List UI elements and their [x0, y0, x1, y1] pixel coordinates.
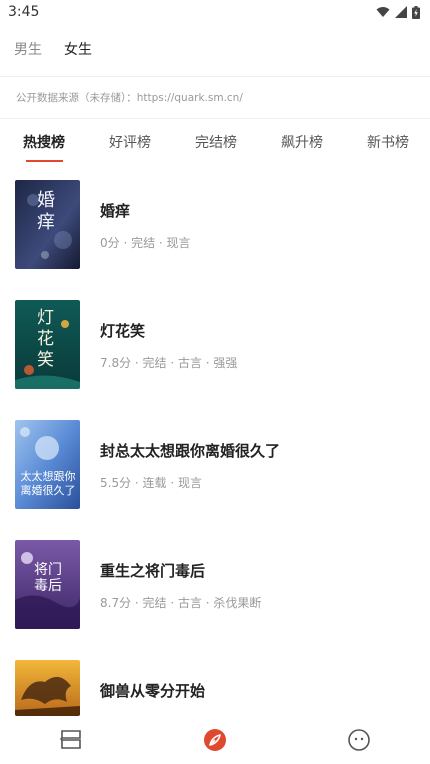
- book-item-3[interactable]: 太太想跟你离婚很久了 封总太太想跟你离婚很久了 5.5分 · 连载 · 现言: [0, 420, 430, 510]
- book-cover-text-4: 将门毒后: [34, 562, 62, 594]
- smiley-icon[interactable]: [347, 728, 371, 752]
- book-cover-2: 灯花笑: [15, 300, 80, 389]
- tab-top-rated[interactable]: 好评榜: [109, 132, 151, 152]
- tab-new-books[interactable]: 新书榜: [367, 132, 409, 152]
- book-cover-1: 婚痒: [15, 180, 80, 269]
- book-meta-2: 7.8分 · 完结 · 古言 · 强强: [100, 356, 238, 370]
- book-title-2: 灯花笑: [100, 322, 146, 340]
- signal-icon: [395, 6, 407, 18]
- active-tab-indicator: [26, 160, 63, 162]
- book-title-4: 重生之将门毒后: [100, 562, 206, 580]
- book-meta-3: 5.5分 · 连载 · 现言: [100, 476, 202, 490]
- gender-tabs: 男生 女生: [0, 30, 430, 68]
- battery-icon: [412, 5, 420, 19]
- source-divider: [0, 118, 430, 119]
- tab-rising[interactable]: 飙升榜: [281, 132, 323, 152]
- feather-icon[interactable]: [203, 728, 227, 752]
- status-bar: 3:45: [0, 0, 430, 24]
- status-time: 3:45: [8, 4, 40, 20]
- tab-completed[interactable]: 完结榜: [195, 132, 237, 152]
- book-item-2[interactable]: 灯花笑 灯花笑 7.8分 · 完结 · 古言 · 强强: [0, 300, 430, 390]
- gender-tab-female[interactable]: 女生: [64, 39, 92, 59]
- book-item-1[interactable]: 婚痒 婚痒 0分 · 完结 · 现言: [0, 180, 430, 270]
- book-cover-5: [15, 660, 80, 716]
- book-cover-3: 太太想跟你离婚很久了: [15, 420, 80, 509]
- book-title-3: 封总太太想跟你离婚很久了: [100, 442, 281, 460]
- book-cover-text-3: 太太想跟你离婚很久了: [20, 470, 76, 497]
- book-meta-1: 0分 · 完结 · 现言: [100, 236, 191, 250]
- bookshelf-icon[interactable]: [59, 728, 83, 752]
- gender-tab-male[interactable]: 男生: [14, 39, 42, 59]
- header-divider: [0, 76, 430, 77]
- book-title-5: 御兽从零分开始: [100, 682, 206, 700]
- book-cover-text-1: 婚痒: [37, 190, 55, 233]
- book-title-1: 婚痒: [100, 202, 131, 220]
- wifi-icon: [376, 7, 390, 17]
- book-meta-4: 8.7分 · 完结 · 古言 · 杀伐果断: [100, 596, 262, 610]
- bottom-nav: [0, 716, 430, 764]
- book-cover-4: 将门毒后: [15, 540, 80, 629]
- rank-tabs: 热搜榜 好评榜 完结榜 飙升榜 新书榜: [0, 120, 430, 164]
- tab-hot-search[interactable]: 热搜榜: [23, 132, 65, 152]
- status-icons: [376, 5, 420, 19]
- book-item-4[interactable]: 将门毒后 重生之将门毒后 8.7分 · 完结 · 古言 · 杀伐果断: [0, 540, 430, 630]
- source-note: 公开数据来源（未存储）：https://quark.sm.cn/: [16, 92, 243, 104]
- book-cover-text-2: 灯花笑: [37, 308, 54, 370]
